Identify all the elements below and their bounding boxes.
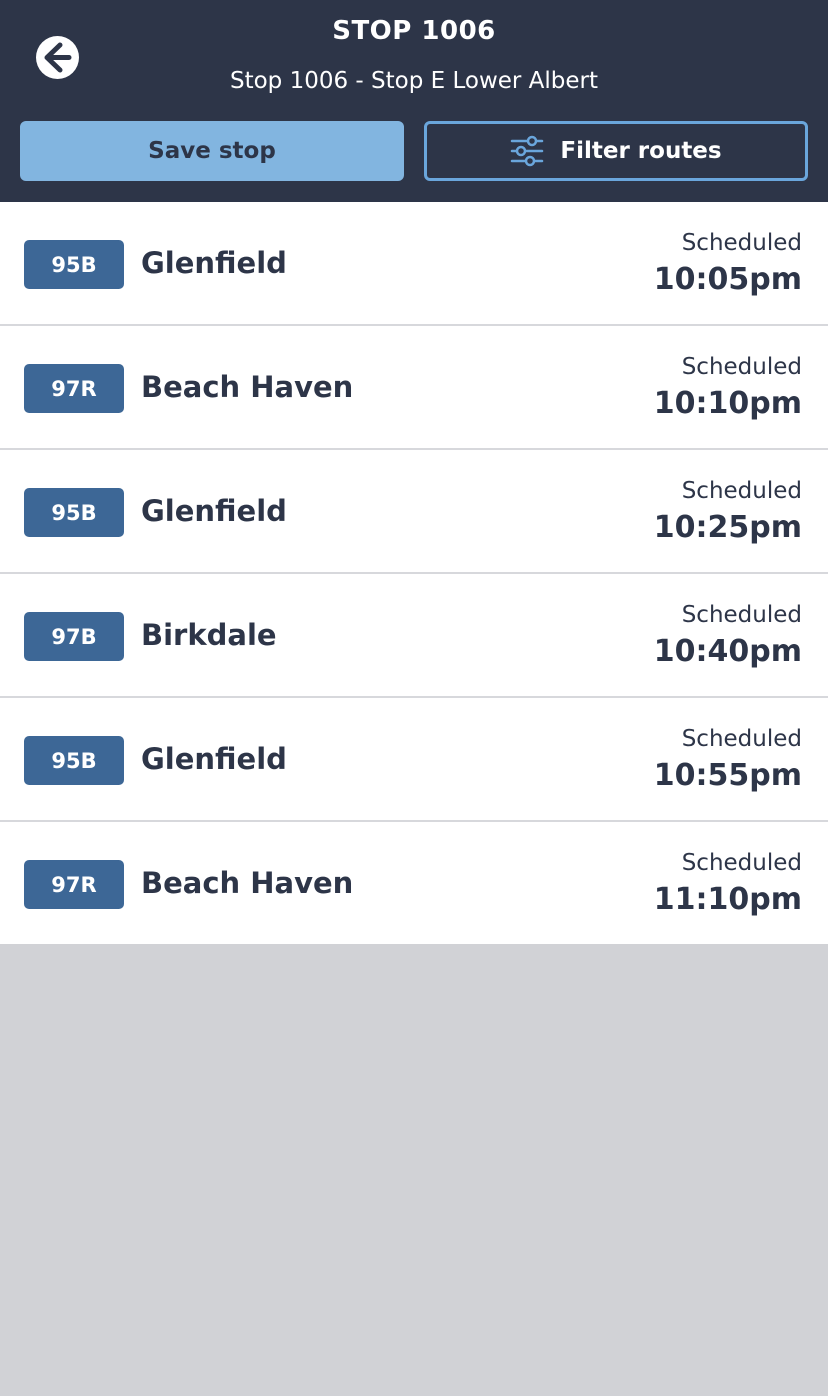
departure-time: 10:05pm bbox=[653, 262, 802, 297]
header: STOP 1006 Stop 1006 - Stop E Lower Alber… bbox=[0, 0, 828, 202]
departure-row[interactable]: 95B Glenfield Scheduled 10:25pm bbox=[0, 450, 828, 574]
destination-label: Glenfield bbox=[141, 246, 287, 280]
save-stop-label: Save stop bbox=[148, 138, 276, 164]
departure-time: 10:10pm bbox=[653, 386, 802, 421]
route-badge: 95B bbox=[24, 240, 124, 289]
route-badge: 95B bbox=[24, 488, 124, 537]
destination-label: Glenfield bbox=[141, 494, 287, 528]
status-label: Scheduled bbox=[681, 850, 802, 876]
departure-time: 10:25pm bbox=[653, 510, 802, 545]
filter-routes-button[interactable]: Filter routes bbox=[424, 121, 808, 181]
route-badge: 97R bbox=[24, 364, 124, 413]
departure-row[interactable]: 97R Beach Haven Scheduled 11:10pm bbox=[0, 822, 828, 944]
save-stop-button[interactable]: Save stop bbox=[20, 121, 404, 181]
departure-time: 10:40pm bbox=[653, 634, 802, 669]
departure-row[interactable]: 95B Glenfield Scheduled 10:05pm bbox=[0, 202, 828, 326]
route-badge: 95B bbox=[24, 736, 124, 785]
sliders-icon bbox=[510, 135, 544, 167]
departure-time: 11:10pm bbox=[653, 882, 802, 917]
destination-label: Glenfield bbox=[141, 742, 287, 776]
destination-label: Beach Haven bbox=[141, 866, 354, 900]
filter-routes-label: Filter routes bbox=[560, 138, 722, 164]
status-label: Scheduled bbox=[681, 354, 802, 380]
status-label: Scheduled bbox=[681, 602, 802, 628]
status-label: Scheduled bbox=[681, 726, 802, 752]
destination-label: Birkdale bbox=[141, 618, 277, 652]
departure-row[interactable]: 95B Glenfield Scheduled 10:55pm bbox=[0, 698, 828, 822]
status-label: Scheduled bbox=[681, 230, 802, 256]
status-label: Scheduled bbox=[681, 478, 802, 504]
route-badge: 97B bbox=[24, 612, 124, 661]
departure-row[interactable]: 97B Birkdale Scheduled 10:40pm bbox=[0, 574, 828, 698]
departure-time: 10:55pm bbox=[653, 758, 802, 793]
departure-row[interactable]: 97R Beach Haven Scheduled 10:10pm bbox=[0, 326, 828, 450]
route-badge: 97R bbox=[24, 860, 124, 909]
destination-label: Beach Haven bbox=[141, 370, 354, 404]
departures-list: 95B Glenfield Scheduled 10:05pm 97R Beac… bbox=[0, 202, 828, 944]
page-title: STOP 1006 bbox=[332, 16, 496, 46]
page-subtitle: Stop 1006 - Stop E Lower Albert bbox=[229, 68, 599, 94]
